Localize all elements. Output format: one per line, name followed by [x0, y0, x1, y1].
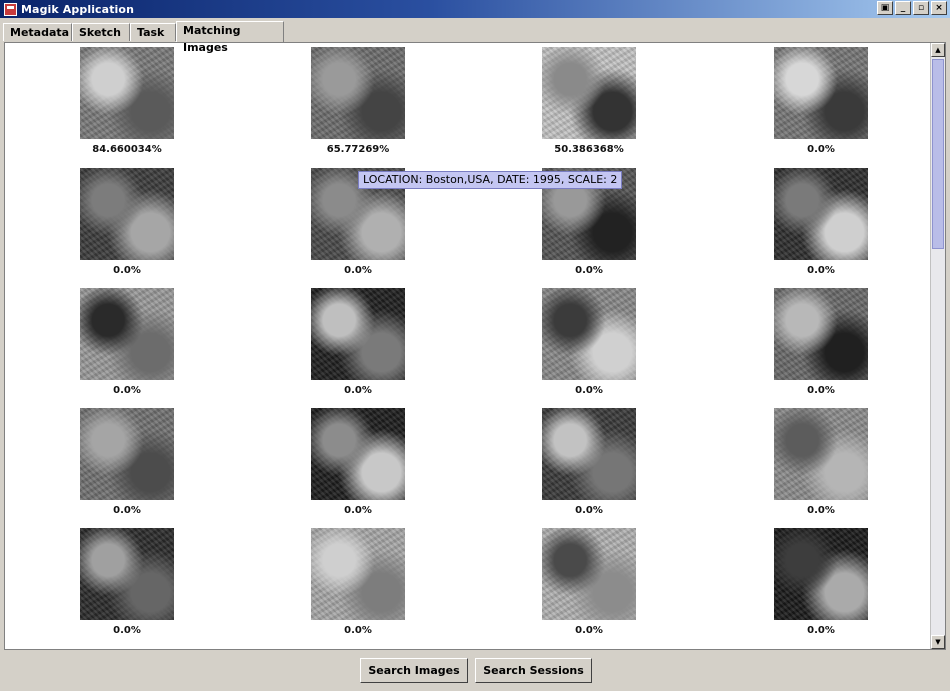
restore-icon[interactable]: ▣ — [877, 1, 893, 15]
aerial-image-thumbnail[interactable] — [542, 528, 636, 620]
aerial-image-thumbnail[interactable] — [80, 47, 174, 139]
result-item[interactable]: 0.0% — [529, 404, 649, 516]
match-score: 0.0% — [575, 505, 603, 516]
match-score: 50.386368% — [554, 144, 624, 155]
aerial-image-thumbnail[interactable] — [311, 528, 405, 620]
window-title: Magik Application — [21, 2, 135, 16]
result-item[interactable]: 0.0% — [67, 284, 187, 396]
result-item[interactable]: 0.0% — [67, 164, 187, 276]
close-icon[interactable]: × — [931, 1, 947, 15]
tab-metadata[interactable]: Metadata — [3, 23, 72, 41]
bottom-toolbar: Search Images Search Sessions — [0, 650, 950, 691]
tab-bar: Metadata Sketch Task Matching Images — [0, 20, 950, 54]
aerial-image-thumbnail[interactable] — [80, 528, 174, 620]
search-images-button[interactable]: Search Images — [360, 658, 468, 683]
aerial-image-thumbnail[interactable] — [80, 288, 174, 380]
match-score: 0.0% — [344, 265, 372, 276]
aerial-image-thumbnail[interactable] — [311, 47, 405, 139]
match-score: 0.0% — [575, 265, 603, 276]
aerial-image-thumbnail[interactable] — [542, 288, 636, 380]
result-item[interactable]: 0.0% — [529, 524, 649, 636]
aerial-image-thumbnail[interactable] — [80, 168, 174, 260]
match-score: 84.660034% — [92, 144, 162, 155]
match-score: 0.0% — [113, 265, 141, 276]
match-score: 0.0% — [575, 385, 603, 396]
scroll-up-icon[interactable]: ▲ — [931, 43, 945, 57]
result-item[interactable]: 50.386368% — [529, 43, 649, 155]
result-item[interactable]: 0.0% — [298, 524, 418, 636]
aerial-image-thumbnail[interactable] — [311, 408, 405, 500]
match-score: 65.77269% — [326, 144, 390, 155]
result-item[interactable]: 0.0% — [298, 404, 418, 516]
aerial-image-thumbnail[interactable] — [542, 408, 636, 500]
aerial-image-thumbnail[interactable] — [774, 168, 868, 260]
match-score: 0.0% — [113, 505, 141, 516]
match-score: 0.0% — [344, 625, 372, 636]
result-item[interactable]: 0.0% — [761, 43, 881, 155]
match-score: 0.0% — [344, 505, 372, 516]
result-item[interactable]: 0.0% — [761, 524, 881, 636]
aerial-image-thumbnail[interactable] — [542, 47, 636, 139]
match-score: 0.0% — [575, 625, 603, 636]
match-score: 0.0% — [807, 385, 835, 396]
result-item[interactable]: 0.0% — [761, 284, 881, 396]
tab-sketch[interactable]: Sketch — [72, 23, 130, 41]
result-item[interactable]: 0.0% — [67, 524, 187, 636]
aerial-image-thumbnail[interactable] — [774, 528, 868, 620]
image-tooltip: LOCATION: Boston,USA, DATE: 1995, SCALE:… — [358, 171, 623, 189]
window-controls: ▣ _ ▫ × — [877, 1, 947, 15]
result-item[interactable]: 84.660034% — [67, 43, 187, 155]
aerial-image-thumbnail[interactable] — [774, 288, 868, 380]
app-icon — [4, 2, 17, 16]
search-sessions-button[interactable]: Search Sessions — [475, 658, 592, 683]
aerial-image-thumbnail[interactable] — [311, 288, 405, 380]
tab-task[interactable]: Task — [130, 23, 176, 41]
match-score: 0.0% — [807, 144, 835, 155]
results-panel: 84.660034% 65.77269% 50.386368% 0.0% 0.0% 0.0… — [4, 42, 946, 650]
match-score: 0.0% — [113, 385, 141, 396]
tab-matching-images[interactable]: Matching Images — [176, 21, 284, 54]
aerial-image-thumbnail[interactable] — [80, 408, 174, 500]
result-item[interactable]: 0.0% — [298, 284, 418, 396]
result-item[interactable]: 0.0% — [761, 404, 881, 516]
title-bar: Magik Application ▣ _ ▫ × — [0, 0, 950, 18]
aerial-image-thumbnail[interactable] — [774, 408, 868, 500]
result-item[interactable]: 0.0% — [761, 164, 881, 276]
scrollbar-thumb[interactable] — [932, 59, 944, 249]
match-score: 0.0% — [807, 505, 835, 516]
results-grid: 84.660034% 65.77269% 50.386368% 0.0% 0.0% 0.0… — [5, 43, 930, 649]
match-score: 0.0% — [344, 385, 372, 396]
match-score: 0.0% — [807, 625, 835, 636]
aerial-image-thumbnail[interactable] — [774, 47, 868, 139]
maximize-icon[interactable]: ▫ — [913, 1, 929, 15]
result-item[interactable]: 0.0% — [529, 284, 649, 396]
vertical-scrollbar[interactable]: ▲ ▼ — [930, 43, 945, 649]
match-score: 0.0% — [807, 265, 835, 276]
match-score: 0.0% — [113, 625, 141, 636]
result-item[interactable]: 65.77269% — [298, 43, 418, 155]
result-item[interactable]: 0.0% — [67, 404, 187, 516]
scroll-down-icon[interactable]: ▼ — [931, 635, 945, 649]
minimize-icon[interactable]: _ — [895, 1, 911, 15]
